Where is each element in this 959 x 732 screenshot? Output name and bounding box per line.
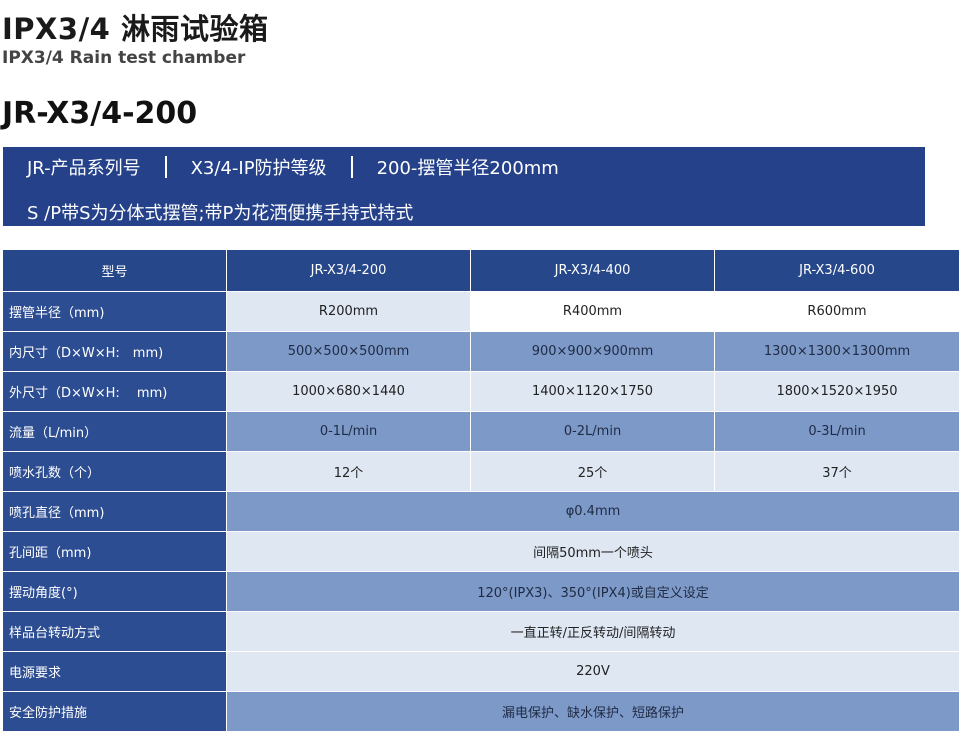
row-label: 喷孔直径（mm) <box>3 492 227 532</box>
header-model-label: 型号 <box>3 250 227 292</box>
model-heading: JR-X3/4-200 <box>2 96 197 131</box>
banner-divider <box>165 156 167 178</box>
page-subtitle: IPX3/4 Rain test chamber <box>2 48 245 68</box>
cell-value: 25个 <box>471 452 715 492</box>
row-label: 样品台转动方式 <box>3 612 227 652</box>
table-row: 喷水孔数（个） 12个 25个 37个 <box>3 452 959 492</box>
table-row: 孔间距（mm) 间隔50mm一个喷头 <box>3 532 959 572</box>
cell-value: φ0.4mm <box>227 492 959 532</box>
banner-suffix-note: S /P带S为分体式摆管;带P为花洒便携手持式持式 <box>27 199 413 225</box>
cell-value: 500×500×500mm <box>227 332 471 372</box>
table-row: 摆动角度(°) 120°(IPX3)、350°(IPX4)或自定义设定 <box>3 572 959 612</box>
cell-value: 0-2L/min <box>471 412 715 452</box>
cell-value: 12个 <box>227 452 471 492</box>
header-model-200: JR-X3/4-200 <box>227 250 471 292</box>
banner-code-legend: JR-产品系列号 X3/4-IP防护等级 200-摆管半径200mm <box>27 154 559 180</box>
table-row: 流量（L/min） 0-1L/min 0-2L/min 0-3L/min <box>3 412 959 452</box>
banner-series-code: JR-产品系列号 <box>27 154 141 180</box>
table-row: 样品台转动方式 一直正转/正反转动/间隔转动 <box>3 612 959 652</box>
row-label: 外尺寸（D×W×H: mm) <box>3 372 227 412</box>
cell-value: 0-1L/min <box>227 412 471 452</box>
page-title: IPX3/4 淋雨试验箱 <box>2 6 268 48</box>
cell-value: 1400×1120×1750 <box>471 372 715 412</box>
row-label: 流量（L/min） <box>3 412 227 452</box>
row-label: 喷水孔数（个） <box>3 452 227 492</box>
table-row: 喷孔直径（mm) φ0.4mm <box>3 492 959 532</box>
cell-value: 0-3L/min <box>715 412 959 452</box>
table-row: 安全防护措施 漏电保护、缺水保护、短路保护 <box>3 692 959 732</box>
row-label: 摆管半径（mm) <box>3 292 227 332</box>
cell-value: 900×900×900mm <box>471 332 715 372</box>
row-label: 摆动角度(°) <box>3 572 227 612</box>
header-model-600: JR-X3/4-600 <box>715 250 959 292</box>
cell-value: 220V <box>227 652 959 692</box>
header-model-400: JR-X3/4-400 <box>471 250 715 292</box>
cell-value: 37个 <box>715 452 959 492</box>
cell-value: 120°(IPX3)、350°(IPX4)或自定义设定 <box>227 572 959 612</box>
cell-value: 间隔50mm一个喷头 <box>227 532 959 572</box>
banner-ip-code: X3/4-IP防护等级 <box>191 154 327 180</box>
table-row: 内尺寸（D×W×H: mm) 500×500×500mm 900×900×900… <box>3 332 959 372</box>
table-row: 电源要求 220V <box>3 652 959 692</box>
cell-value: R600mm <box>715 292 959 332</box>
cell-value: 1800×1520×1950 <box>715 372 959 412</box>
cell-value: R400mm <box>471 292 715 332</box>
banner-radius-code: 200-摆管半径200mm <box>377 154 559 180</box>
table-row: 摆管半径（mm) R200mm R400mm R600mm <box>3 292 959 332</box>
row-label: 孔间距（mm) <box>3 532 227 572</box>
model-code-banner: JR-产品系列号 X3/4-IP防护等级 200-摆管半径200mm S /P带… <box>3 147 925 226</box>
row-label: 电源要求 <box>3 652 227 692</box>
cell-value: 漏电保护、缺水保护、短路保护 <box>227 692 959 732</box>
cell-value: 1000×680×1440 <box>227 372 471 412</box>
cell-value: R200mm <box>227 292 471 332</box>
spec-table: 型号 JR-X3/4-200 JR-X3/4-400 JR-X3/4-600 摆… <box>2 249 959 732</box>
table-row: 外尺寸（D×W×H: mm) 1000×680×1440 1400×1120×1… <box>3 372 959 412</box>
cell-value: 一直正转/正反转动/间隔转动 <box>227 612 959 652</box>
banner-divider <box>351 156 353 178</box>
row-label: 内尺寸（D×W×H: mm) <box>3 332 227 372</box>
row-label: 安全防护措施 <box>3 692 227 732</box>
cell-value: 1300×1300×1300mm <box>715 332 959 372</box>
table-header-row: 型号 JR-X3/4-200 JR-X3/4-400 JR-X3/4-600 <box>3 250 959 292</box>
